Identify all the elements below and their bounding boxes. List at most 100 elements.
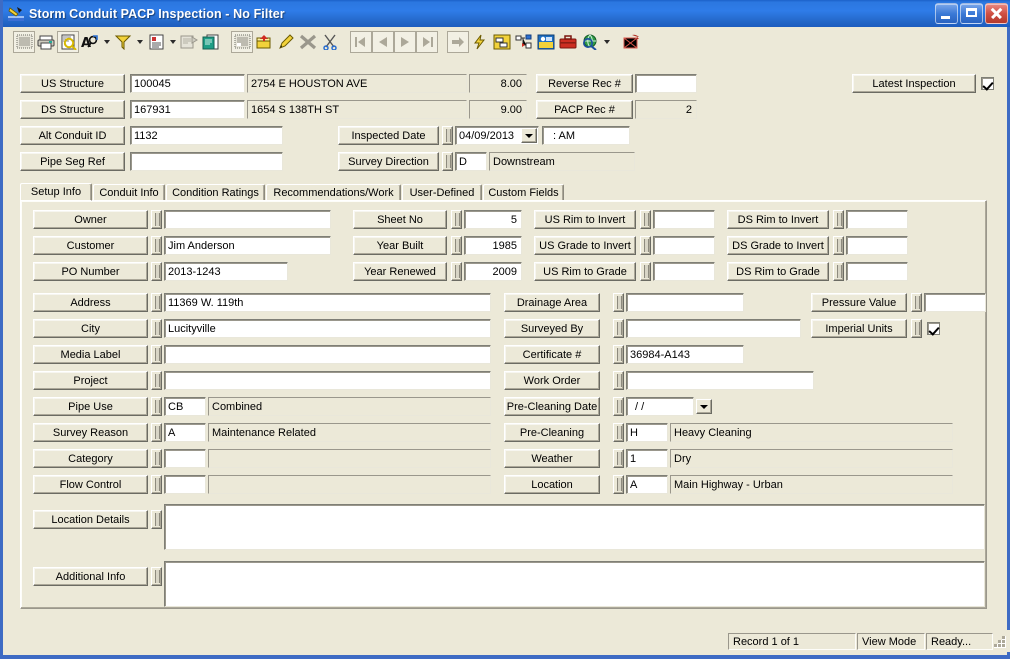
owner-grip[interactable] (151, 210, 162, 229)
sheet-no-label[interactable]: Sheet No (353, 210, 447, 229)
work-order-label[interactable]: Work Order (504, 371, 600, 390)
media-label-grip[interactable] (151, 345, 162, 364)
tab-setup-info[interactable]: Setup Info (20, 183, 92, 201)
us-rim-to-invert-input[interactable] (653, 210, 715, 229)
alt-conduit-id-input[interactable]: 1132 (130, 126, 283, 145)
ds-rim-to-grade-label[interactable]: DS Rim to Grade (727, 262, 829, 281)
quick-action-icon[interactable] (469, 31, 491, 53)
save-icon[interactable] (231, 31, 253, 53)
sheet-no-input[interactable]: 5 (464, 210, 522, 229)
sheet-no-grip[interactable] (451, 210, 462, 229)
first-record-icon[interactable] (350, 31, 372, 53)
pressure-value-input[interactable] (924, 293, 986, 312)
globe-icon[interactable] (579, 31, 601, 53)
form-design-icon[interactable] (178, 31, 200, 53)
location-grip[interactable] (613, 475, 624, 494)
inspected-date-grip[interactable] (442, 126, 453, 145)
latest-inspection-checkbox[interactable] (981, 77, 994, 90)
ds-structure-label[interactable]: DS Structure (20, 100, 125, 119)
find-dropdown-arrow[interactable] (101, 31, 112, 53)
work-order-input[interactable] (626, 371, 814, 390)
ds-grade-to-invert-grip[interactable] (833, 236, 844, 255)
filter-dropdown-arrow[interactable] (134, 31, 145, 53)
pre-cleaning-label[interactable]: Pre-Cleaning (504, 423, 600, 442)
media-label-label[interactable]: Media Label (33, 345, 148, 364)
inspected-time-input[interactable]: : AM (542, 126, 630, 145)
us-rim-to-invert-label[interactable]: US Rim to Invert (534, 210, 636, 229)
report-icon[interactable] (145, 31, 167, 53)
year-renewed-label[interactable]: Year Renewed (353, 262, 447, 281)
project-input[interactable] (164, 371, 491, 390)
pipe-use-label[interactable]: Pipe Use (33, 397, 148, 416)
drainage-area-grip[interactable] (613, 293, 624, 312)
year-renewed-input[interactable]: 2009 (464, 262, 522, 281)
work-order-grip[interactable] (613, 371, 624, 390)
certificate-number-label[interactable]: Certificate # (504, 345, 600, 364)
find-icon[interactable]: A (79, 31, 101, 53)
po-number-input[interactable]: 2013-1243 (164, 262, 288, 281)
customer-label[interactable]: Customer (33, 236, 148, 255)
ds-rim-to-invert-label[interactable]: DS Rim to Invert (727, 210, 829, 229)
surveyed-by-grip[interactable] (613, 319, 624, 338)
pressure-value-label[interactable]: Pressure Value (811, 293, 907, 312)
minimize-button[interactable] (935, 3, 958, 24)
cut-icon[interactable] (319, 31, 341, 53)
edit-record-icon[interactable] (275, 31, 297, 53)
city-label[interactable]: City (33, 319, 148, 338)
additional-info-grip[interactable] (151, 567, 162, 586)
us-grade-to-invert-grip[interactable] (640, 236, 651, 255)
tab-custom-fields[interactable]: Custom Fields (483, 184, 564, 200)
imperial-units-label[interactable]: Imperial Units (811, 319, 907, 338)
location-code-input[interactable]: A (626, 475, 668, 494)
media-label-input[interactable] (164, 345, 491, 364)
alt-conduit-id-label[interactable]: Alt Conduit ID (20, 126, 125, 145)
us-grade-to-invert-label[interactable]: US Grade to Invert (534, 236, 636, 255)
weather-grip[interactable] (613, 449, 624, 468)
drainage-area-input[interactable] (626, 293, 744, 312)
location-details-label[interactable]: Location Details (33, 510, 148, 529)
filter-funnel-icon[interactable] (112, 31, 134, 53)
close-button[interactable] (985, 3, 1008, 24)
year-built-label[interactable]: Year Built (353, 236, 447, 255)
copy-record-icon[interactable] (200, 31, 222, 53)
flow-control-code-input[interactable] (164, 475, 206, 494)
video-icon[interactable] (535, 31, 557, 53)
us-grade-to-invert-input[interactable] (653, 236, 715, 255)
location-details-grip[interactable] (151, 510, 162, 529)
report-dropdown-arrow[interactable] (167, 31, 178, 53)
additional-info-textarea[interactable] (164, 561, 985, 607)
survey-reason-code-input[interactable]: A (164, 423, 206, 442)
pressure-value-grip[interactable] (911, 293, 922, 312)
ds-rim-to-grade-grip[interactable] (833, 262, 844, 281)
previous-record-icon[interactable] (372, 31, 394, 53)
print-preview-icon[interactable] (57, 31, 79, 53)
po-number-grip[interactable] (151, 262, 162, 281)
category-label[interactable]: Category (33, 449, 148, 468)
city-input[interactable]: Lucityville (164, 319, 491, 338)
survey-direction-grip[interactable] (442, 152, 453, 171)
maximize-button[interactable] (960, 3, 983, 24)
inspected-date-label[interactable]: Inspected Date (338, 126, 439, 145)
project-label[interactable]: Project (33, 371, 148, 390)
export-icon[interactable] (621, 31, 643, 53)
us-structure-label[interactable]: US Structure (20, 74, 125, 93)
last-record-icon[interactable] (416, 31, 438, 53)
weather-label[interactable]: Weather (504, 449, 600, 468)
observations-icon[interactable] (491, 31, 513, 53)
address-grip[interactable] (151, 293, 162, 312)
imperial-units-grip[interactable] (911, 319, 922, 338)
category-grip[interactable] (151, 449, 162, 468)
year-renewed-grip[interactable] (451, 262, 462, 281)
us-rim-to-invert-grip[interactable] (640, 210, 651, 229)
us-rim-to-grade-grip[interactable] (640, 262, 651, 281)
year-built-input[interactable]: 1985 (464, 236, 522, 255)
survey-reason-grip[interactable] (151, 423, 162, 442)
tab-recommendations-work[interactable]: Recommendations/Work (266, 184, 401, 200)
po-number-label[interactable]: PO Number (33, 262, 148, 281)
year-built-grip[interactable] (451, 236, 462, 255)
pipe-seg-ref-label[interactable]: Pipe Seg Ref (20, 152, 125, 171)
certificate-number-grip[interactable] (613, 345, 624, 364)
owner-label[interactable]: Owner (33, 210, 148, 229)
tab-condition-ratings[interactable]: Condition Ratings (166, 184, 265, 200)
ds-structure-id-input[interactable]: 167931 (130, 100, 245, 119)
